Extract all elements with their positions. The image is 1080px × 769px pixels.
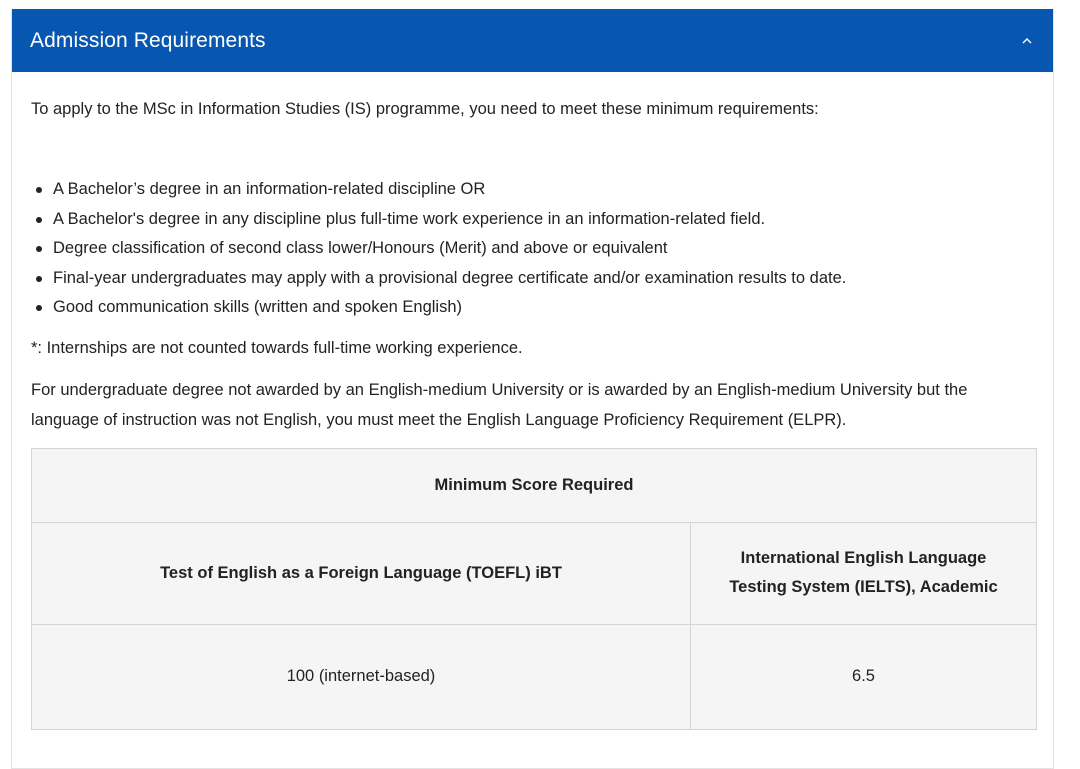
score-ielts: 6.5: [690, 623, 1037, 730]
requirement-text: A Bachelor’s degree in an information-re…: [53, 180, 486, 198]
accordion-body: To apply to the MSc in Information Studi…: [12, 72, 1053, 730]
list-item: A Bachelor’s degree in an information-re…: [31, 175, 1034, 205]
bullet-icon: [36, 216, 42, 223]
intro-text: To apply to the MSc in Information Studi…: [31, 100, 819, 118]
requirements-list: A Bachelor’s degree in an information-re…: [31, 175, 1034, 323]
list-item: Degree classification of second class lo…: [31, 234, 1034, 264]
chevron-up-icon[interactable]: [1021, 35, 1033, 47]
accordion-title: Admission Requirements: [30, 28, 266, 52]
elpr-text: For undergraduate degree not awarded by …: [31, 380, 968, 429]
requirement-text: Final-year undergraduates may apply with…: [53, 268, 847, 287]
list-item: A Bachelor's degree in any discipline pl…: [31, 205, 1034, 235]
bullet-icon: [36, 275, 42, 282]
score-toefl: 100 (internet-based): [31, 623, 691, 730]
table-row: Minimum Score Required: [31, 447, 1037, 523]
requirement-text: Good communication skills (written and s…: [53, 298, 463, 316]
list-item: Good communication skills (written and s…: [31, 293, 1034, 323]
internship-note: *: Internships are not counted towards f…: [31, 338, 523, 357]
table-row: Test of English as a Foreign Language (T…: [31, 521, 1037, 625]
bullet-icon: [36, 187, 42, 193]
bullet-icon: [36, 305, 42, 311]
table-row: 100 (internet-based) 6.5: [31, 623, 1037, 730]
accordion-header[interactable]: Admission Requirements: [12, 9, 1053, 72]
bullet-icon: [36, 246, 42, 252]
test-name-ielts: International English Language Testing S…: [690, 521, 1037, 625]
requirement-text: A Bachelor's degree in any discipline pl…: [53, 209, 766, 228]
table-header: Minimum Score Required: [31, 447, 1037, 523]
list-item: Final-year undergraduates may apply with…: [31, 264, 1034, 294]
test-name-toefl: Test of English as a Foreign Language (T…: [31, 521, 691, 625]
admission-requirements-accordion: Admission Requirements To apply to the M…: [11, 9, 1054, 769]
requirement-text: Degree classification of second class lo…: [53, 239, 668, 257]
minimum-score-table: Minimum Score Required Test of English a…: [31, 447, 1037, 730]
